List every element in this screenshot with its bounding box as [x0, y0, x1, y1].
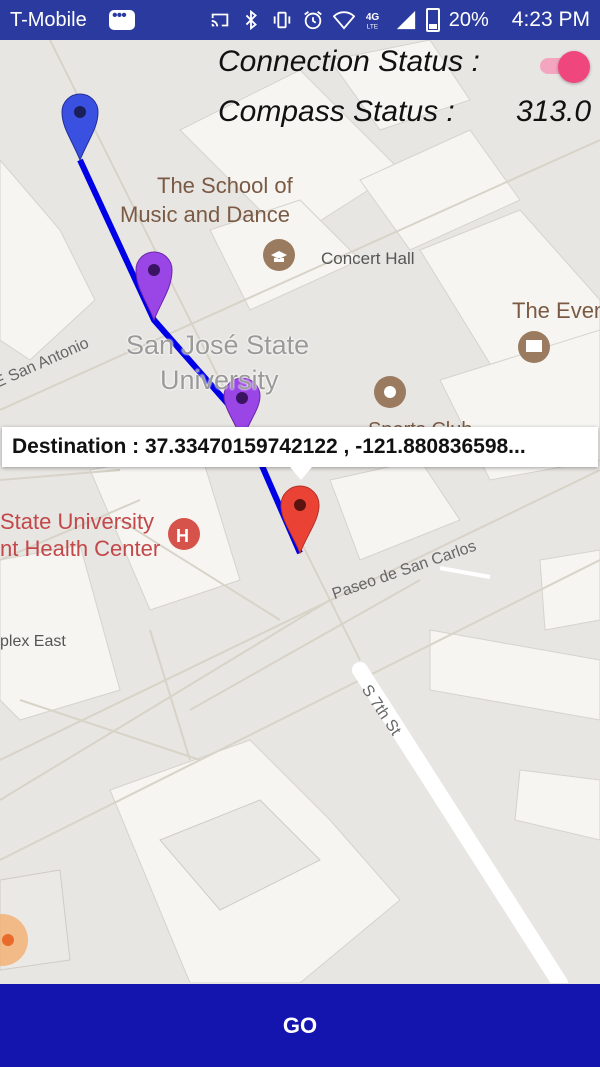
connection-status-label: Connection Status : [218, 45, 480, 78]
destination-infowindow[interactable]: Destination : 37.33470159742122 , -121.8… [2, 427, 598, 480]
svg-text:H: H [176, 526, 189, 546]
infowindow-tail [290, 467, 312, 480]
map-label-complex-east: plex East [0, 633, 66, 650]
toggle-thumb [558, 51, 590, 83]
signal-icon [396, 10, 415, 30]
battery-icon [425, 8, 440, 32]
map-view[interactable]: H The School of Music and Dance Concert … [0, 40, 600, 983]
battery-percent: 20% [448, 8, 489, 31]
map-label-school-2: Music and Dance [120, 202, 290, 227]
cast-icon [211, 13, 228, 27]
4g-lte-icon: 4GLTE [366, 12, 380, 30]
vibrate-icon [273, 11, 290, 29]
map-label-sjsu-2: University [160, 365, 279, 395]
map-label-school-1: The School of [157, 173, 293, 198]
notification-icon [109, 7, 135, 30]
map-label-health-1: State University [0, 509, 155, 534]
svg-text:4G: 4G [366, 12, 380, 23]
clock-time: 4:23 PM [511, 8, 590, 31]
map-label-concert-hall: Concert Hall [321, 249, 415, 268]
go-button[interactable]: GO [0, 984, 600, 1067]
status-icons: 4G LTE 20% 4:23 PM [209, 8, 590, 32]
map-label-health-2: nt Health Center [0, 536, 161, 561]
destination-text: Destination : 37.33470159742122 , -121.8… [12, 435, 526, 458]
svg-text:LTE: LTE [367, 23, 378, 30]
compass-status-label: Compass Status : [218, 95, 455, 128]
bluetooth-icon [245, 9, 257, 31]
status-bar: T-Mobile 4GLTE 20% 4:23 PM [0, 0, 600, 40]
map-label-the-event: The Even [512, 298, 600, 323]
wifi-icon [332, 11, 355, 30]
map-label-sjsu-1: San José State [126, 330, 310, 360]
carrier-label: T-Mobile [10, 8, 87, 31]
connection-toggle[interactable] [540, 51, 590, 83]
compass-status-value: 313.0 [516, 95, 592, 128]
alarm-icon [303, 11, 322, 30]
